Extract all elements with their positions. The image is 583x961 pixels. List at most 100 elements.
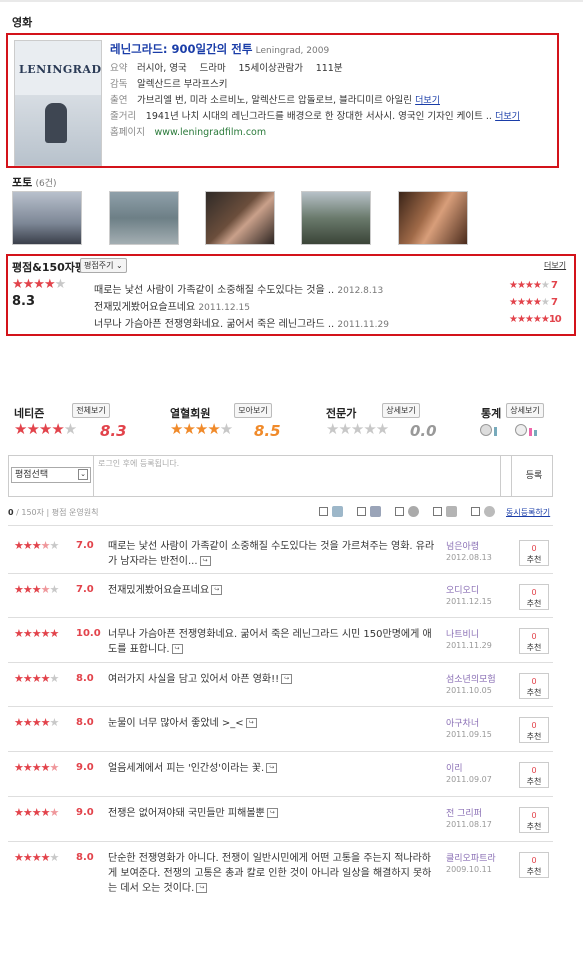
member-view-button[interactable]: 모아보기: [234, 403, 272, 418]
submit-button[interactable]: 등록: [518, 464, 550, 489]
review-score: 8.0: [76, 673, 94, 684]
review-summary-more-link[interactable]: 더보기: [544, 260, 566, 271]
director-label: 감독: [110, 79, 128, 90]
netizen-view-all-button[interactable]: 전체보기: [72, 403, 110, 418]
row-divider: [8, 573, 553, 574]
review-user[interactable]: 나트비니: [446, 627, 479, 640]
summary-review-date: 2011.12.15: [198, 303, 250, 313]
photo-thumb-5[interactable]: [398, 191, 468, 245]
share-other-checkbox[interactable]: [471, 507, 480, 516]
critic-detail-button[interactable]: 상세보기: [382, 403, 420, 418]
director-name[interactable]: 알렉산드르 부라프스키: [137, 79, 227, 90]
critic-stars: ★★★★★: [326, 420, 389, 438]
summary-review-3-stars: ★★★★★10: [509, 314, 562, 325]
chevron-down-icon: ⌄: [116, 261, 123, 270]
summary-country: 러시아, 영국: [137, 63, 187, 74]
review-user[interactable]: 클리오파트라: [446, 851, 496, 864]
reply-icon[interactable]: ↪: [199, 556, 211, 566]
reply-icon[interactable]: ↪: [196, 883, 208, 893]
plot-more-link[interactable]: 더보기: [495, 112, 520, 122]
homepage-label: 홈페이지: [110, 127, 145, 138]
recommend-button[interactable]: 0 추천: [519, 852, 549, 878]
review-stars: ★★★★★: [14, 716, 59, 729]
recommend-button[interactable]: 0 추천: [519, 540, 549, 566]
photos-label: 포토: [12, 176, 33, 189]
homepage-link[interactable]: www.leningradfilm.com: [155, 127, 267, 138]
recommend-button[interactable]: 0 추천: [519, 717, 549, 743]
recommend-button[interactable]: 0 추천: [519, 762, 549, 788]
policy-link[interactable]: 평점 운영원칙: [52, 508, 99, 517]
summary-review-text[interactable]: 때로는 낯선 사람이 가족같이 소중해질 수도있다는 것을 ..: [94, 285, 334, 296]
share-me2day-checkbox[interactable]: [395, 507, 404, 516]
summary-review-score: 7: [551, 297, 558, 308]
photo-thumb-2[interactable]: [109, 191, 179, 245]
me2day-icon: [408, 506, 419, 517]
cast-more-link[interactable]: 더보기: [415, 96, 440, 106]
review-date: 2011.09.15: [446, 730, 492, 739]
review-user[interactable]: 전 그리퍼: [446, 806, 482, 819]
summary-review-text[interactable]: 전재밌게봤어요슬프네요: [94, 302, 195, 313]
review-date: 2011.10.05: [446, 686, 492, 695]
rate-button[interactable]: 평점주기 ⌄: [80, 258, 127, 273]
reply-icon[interactable]: ↪: [281, 674, 293, 684]
movie-cast-row: 출연 가브리엘 번, 미라 소르비노, 알렉산드르 압돌로브, 블라디미르 아일…: [110, 92, 440, 106]
share-facebook-checkbox[interactable]: [357, 507, 366, 516]
review-date: 2011.12.15: [446, 597, 492, 606]
recommend-count: 0: [531, 588, 537, 597]
summary-rating: 15세이상관람가: [238, 63, 303, 74]
share-yozm-checkbox[interactable]: [433, 507, 442, 516]
movie-poster[interactable]: LENINGRAD: [14, 40, 102, 166]
recommend-button[interactable]: 0 추천: [519, 584, 549, 610]
photo-thumb-4[interactable]: [301, 191, 371, 245]
textarea-scrollbar[interactable]: [500, 456, 512, 496]
recommend-count: 0: [531, 721, 537, 730]
recommend-count: 0: [531, 811, 537, 820]
summary-stars: ★★★★★: [12, 277, 66, 292]
recommend-label: 추천: [526, 688, 542, 697]
review-textarea[interactable]: 로그인 후에 등록됩니다.: [93, 456, 500, 496]
review-score: 7.0: [76, 540, 94, 551]
summary-review-score: 7: [551, 280, 558, 291]
review-stars: ★★★★★: [14, 806, 59, 819]
review-text: 전재밌게봤어요슬프네요: [108, 585, 210, 596]
reply-icon[interactable]: ↪: [266, 763, 278, 773]
review-user[interactable]: 섬소년의모험: [446, 672, 496, 685]
review-user[interactable]: 아구차너: [446, 716, 479, 729]
review-user[interactable]: 이리: [446, 761, 463, 774]
recommend-button[interactable]: 0 추천: [519, 673, 549, 699]
rating-select-label: 평점선택: [15, 470, 49, 480]
poster-figure: [45, 103, 67, 143]
review-user[interactable]: 오디오디: [446, 583, 479, 596]
reply-icon[interactable]: ↪: [171, 644, 183, 654]
review-text-block: 얼음세계에서 피는 '인간성'이라는 꽃. ↪: [108, 761, 438, 776]
photo-thumb-3[interactable]: [205, 191, 275, 245]
review-stars: ★★★★★: [14, 851, 59, 864]
chevron-down-icon: ⌄: [78, 469, 88, 480]
critic-score: 0.0: [410, 422, 437, 440]
photo-thumb-1[interactable]: [12, 191, 82, 245]
recommend-button[interactable]: 0 추천: [519, 807, 549, 833]
photos-header: 포토 (6건): [12, 174, 56, 190]
review-score: 7.0: [76, 584, 94, 595]
recommend-count: 0: [531, 632, 537, 641]
stats-detail-button[interactable]: 상세보기: [506, 403, 544, 418]
row-divider: [8, 841, 553, 842]
cast-label: 출연: [110, 95, 128, 106]
review-user[interactable]: 넘은아령: [446, 539, 479, 552]
stats-bar-icon: [534, 430, 537, 436]
reply-icon[interactable]: ↪: [211, 585, 223, 595]
share-twitter-checkbox[interactable]: [319, 507, 328, 516]
reply-icon[interactable]: ↪: [266, 808, 278, 818]
member-score: 8.5: [254, 422, 281, 440]
cast-names[interactable]: 가브리엘 번, 미라 소르비노, 알렉산드르 압돌로브, 블라디미르 아일린: [137, 95, 412, 106]
category-stats-label: 통계: [481, 407, 502, 420]
review-stars: ★★★★★: [14, 583, 59, 596]
movie-title[interactable]: 레닌그라드: 900일간의 전투: [110, 42, 252, 56]
recommend-button[interactable]: 0 추천: [519, 628, 549, 654]
rating-select[interactable]: 평점선택 ⌄: [11, 467, 91, 483]
summary-review-text[interactable]: 너무나 가슴아픈 전쟁영화네요. 굶어서 죽은 레닌그라드 ..: [94, 319, 334, 330]
summary-label: 요약: [110, 63, 128, 74]
plot-label: 줄거리: [110, 111, 137, 122]
reply-icon[interactable]: ↪: [245, 718, 257, 728]
sync-register-link[interactable]: 동시등록하기: [506, 507, 550, 518]
